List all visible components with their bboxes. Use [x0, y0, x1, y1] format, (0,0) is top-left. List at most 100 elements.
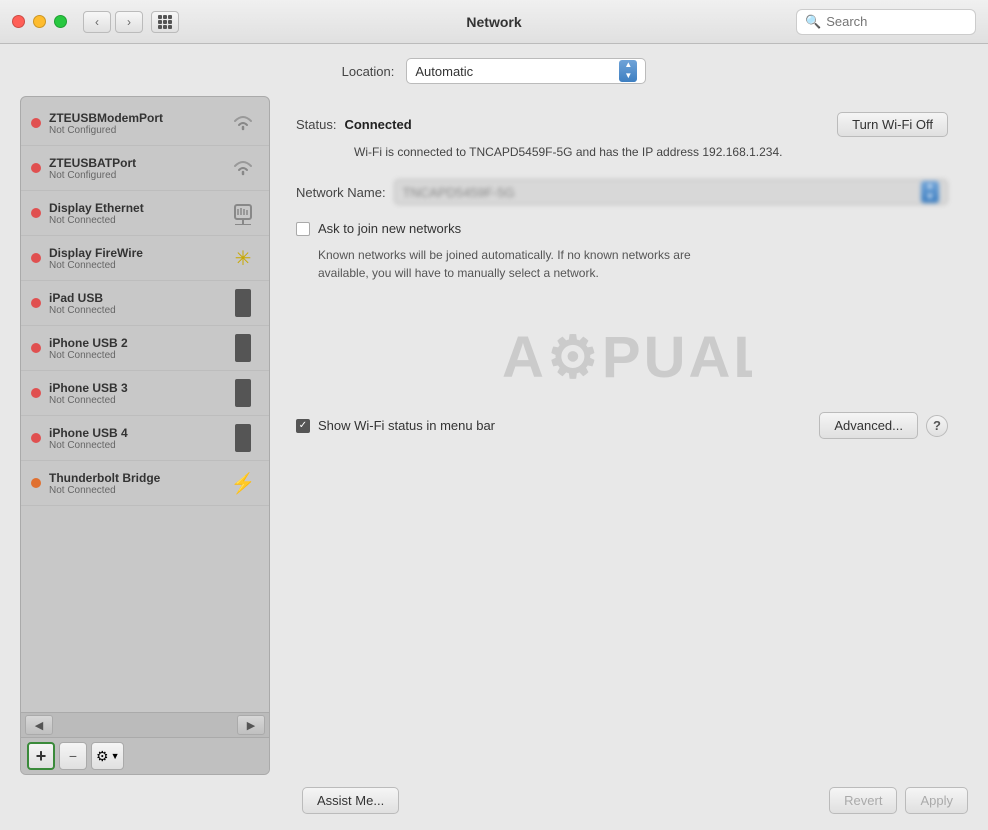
window-title: Network	[466, 14, 521, 30]
sidebar-item-4[interactable]: Display FireWire Not Connected ✳	[21, 236, 269, 281]
location-arrows-icon: ▲ ▼	[619, 60, 637, 82]
forward-button[interactable]: ›	[115, 11, 143, 33]
show-wifi-label: Show Wi-Fi status in menu bar	[318, 418, 495, 433]
item-name-8: iPhone USB 4	[49, 426, 219, 440]
sidebar: ZTEUSBModemPort Not Configured	[20, 96, 270, 775]
minimize-button[interactable]	[33, 15, 46, 28]
search-input[interactable]	[826, 14, 967, 29]
network-name-label: Network Name:	[296, 185, 386, 200]
maximize-button[interactable]	[54, 15, 67, 28]
item-name-7: iPhone USB 3	[49, 381, 219, 395]
usb-icon-5	[227, 287, 259, 319]
apply-button[interactable]: Apply	[905, 787, 968, 814]
wifi-icon-1	[227, 107, 259, 139]
item-name-4: Display FireWire	[49, 246, 219, 260]
item-name-1: ZTEUSBModemPort	[49, 111, 219, 125]
sidebar-item-3[interactable]: Display Ethernet Not Connected	[21, 191, 269, 236]
item-status-9: Not Connected	[49, 485, 219, 496]
sidebar-toolbar: + − ⚙ ▼ Select the '+' button	[21, 737, 269, 774]
detail-panel: Status: Connected Turn Wi-Fi Off Wi-Fi i…	[286, 96, 968, 775]
item-status-8: Not Connected	[49, 440, 219, 451]
item-status-4: Not Connected	[49, 260, 219, 271]
turn-wifi-button[interactable]: Turn Wi-Fi Off	[837, 112, 948, 137]
sidebar-item-2[interactable]: ZTEUSBATPort Not Configured	[21, 146, 269, 191]
search-bar[interactable]: 🔍	[796, 9, 976, 35]
wifi-icon-2	[227, 152, 259, 184]
revert-button[interactable]: Revert	[829, 787, 897, 814]
item-status-7: Not Connected	[49, 395, 219, 406]
gear-dropdown-arrow-icon: ▼	[111, 751, 120, 761]
advanced-button[interactable]: Advanced...	[819, 412, 918, 439]
remove-network-button[interactable]: −	[59, 742, 87, 770]
add-network-button[interactable]: +	[27, 742, 55, 770]
sidebar-item-9[interactable]: Thunderbolt Bridge Not Connected ⚡	[21, 461, 269, 506]
sidebar-item-7[interactable]: iPhone USB 3 Not Connected	[21, 371, 269, 416]
sidebar-list: ZTEUSBModemPort Not Configured	[21, 97, 269, 712]
traffic-lights	[12, 15, 67, 28]
location-value: Automatic	[415, 64, 615, 79]
body-area: ZTEUSBModemPort Not Configured	[0, 96, 988, 775]
ask-join-checkbox[interactable]	[296, 222, 310, 236]
known-networks-text: Known networks will be joined automatica…	[318, 246, 738, 282]
sidebar-item-5[interactable]: iPad USB Not Connected	[21, 281, 269, 326]
item-name-5: iPad USB	[49, 291, 219, 305]
back-button[interactable]: ‹	[83, 11, 111, 33]
status-row: Status: Connected Turn Wi-Fi Off	[296, 112, 948, 137]
location-row: Location: Automatic ▲ ▼	[0, 44, 988, 96]
sidebar-item-8[interactable]: iPhone USB 4 Not Connected	[21, 416, 269, 461]
status-dot-5	[31, 298, 41, 308]
close-button[interactable]	[12, 15, 25, 28]
sidebar-scroll-arrows: ◀ ▶	[21, 712, 269, 737]
main-content: Location: Automatic ▲ ▼ ZTEUSBModemPort …	[0, 44, 988, 830]
nav-buttons: ‹ ›	[83, 11, 143, 33]
scroll-up-button[interactable]: ◀	[25, 715, 53, 735]
thunderbolt-icon-9: ⚡	[227, 467, 259, 499]
item-status-6: Not Connected	[49, 350, 219, 361]
sidebar-item-1[interactable]: ZTEUSBModemPort Not Configured	[21, 101, 269, 146]
status-dot-8	[31, 433, 41, 443]
status-dot-3	[31, 208, 41, 218]
usb-icon-7	[227, 377, 259, 409]
item-name-9: Thunderbolt Bridge	[49, 471, 219, 485]
status-dot-6	[31, 343, 41, 353]
ask-join-label: Ask to join new networks	[318, 221, 461, 236]
gear-icon: ⚙	[96, 748, 109, 765]
svg-text:A⚙PUALS: A⚙PUALS	[502, 325, 752, 390]
network-name-value: TNCAPD5459F-5G	[403, 185, 917, 200]
scroll-down-button[interactable]: ▶	[237, 715, 265, 735]
apps-grid-button[interactable]	[151, 11, 179, 33]
sidebar-item-6[interactable]: iPhone USB 2 Not Connected	[21, 326, 269, 371]
status-dot-4	[31, 253, 41, 263]
item-status-2: Not Configured	[49, 170, 219, 181]
network-name-arrows-icon: ▲ ▼	[921, 181, 939, 203]
location-select[interactable]: Automatic ▲ ▼	[406, 58, 646, 84]
usb-icon-6	[227, 332, 259, 364]
item-status-1: Not Configured	[49, 125, 219, 136]
status-dot-1	[31, 118, 41, 128]
status-value: Connected	[344, 117, 411, 132]
status-dot-2	[31, 163, 41, 173]
location-label: Location:	[342, 64, 395, 79]
assist-me-button[interactable]: Assist Me...	[302, 787, 399, 814]
bottom-bar: Assist Me... Revert Apply	[0, 775, 988, 830]
ask-join-row: Ask to join new networks	[296, 221, 948, 236]
gear-menu-button[interactable]: ⚙ ▼	[91, 742, 124, 770]
ethernet-icon-3	[227, 197, 259, 229]
status-description: Wi-Fi is connected to TNCAPD5459F-5G and…	[354, 143, 948, 161]
show-wifi-checkbox[interactable]: ✓	[296, 419, 310, 433]
show-wifi-row: ✓ Show Wi-Fi status in menu bar Advanced…	[296, 412, 948, 439]
item-status-3: Not Connected	[49, 215, 219, 226]
search-icon: 🔍	[805, 14, 821, 30]
status-label: Status:	[296, 117, 336, 132]
firewire-icon-4: ✳	[227, 242, 259, 274]
usb-icon-8	[227, 422, 259, 454]
item-status-5: Not Connected	[49, 305, 219, 316]
network-name-select[interactable]: TNCAPD5459F-5G ▲ ▼	[394, 179, 948, 205]
help-button[interactable]: ?	[926, 415, 948, 437]
titlebar: ‹ › Network 🔍	[0, 0, 988, 44]
status-dot-7	[31, 388, 41, 398]
item-name-2: ZTEUSBATPort	[49, 156, 219, 170]
item-name-3: Display Ethernet	[49, 201, 219, 215]
network-name-row: Network Name: TNCAPD5459F-5G ▲ ▼	[296, 179, 948, 205]
watermark: A⚙PUALS	[296, 312, 948, 392]
